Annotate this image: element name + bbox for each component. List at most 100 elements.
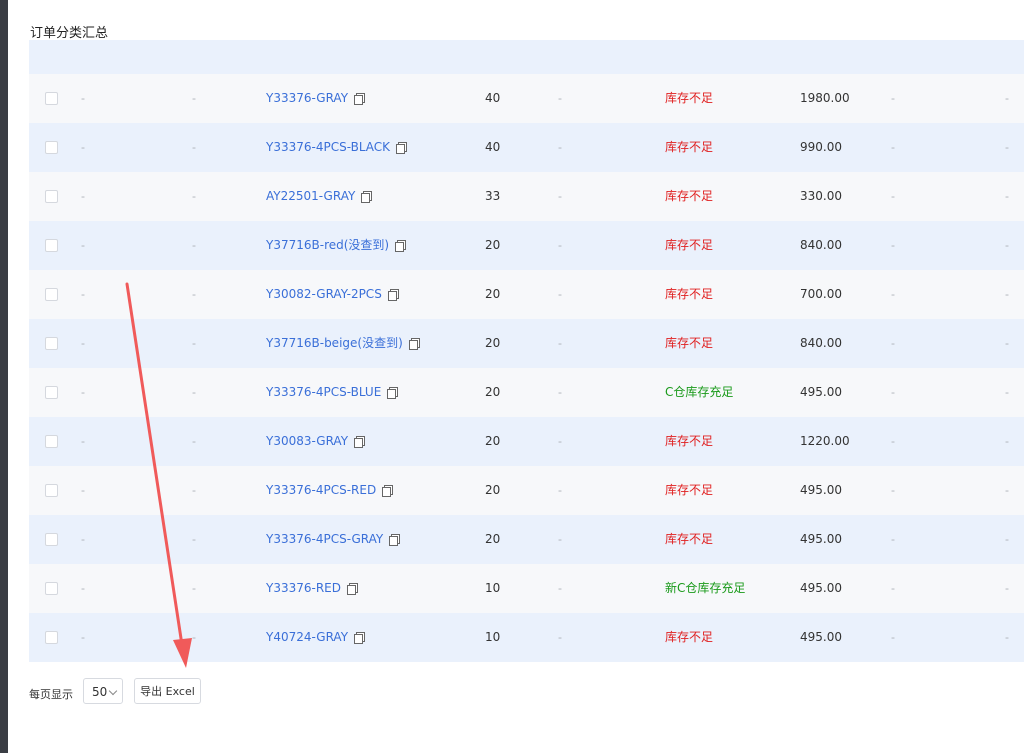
row-checkbox[interactable] bbox=[45, 337, 58, 350]
cell-dash-col9: - bbox=[1005, 581, 1009, 595]
cell-dash-col2: - bbox=[192, 385, 196, 399]
cell-dash-col2: - bbox=[192, 238, 196, 252]
copy-icon[interactable] bbox=[361, 191, 373, 203]
sku-link[interactable]: Y33376-GRAY bbox=[266, 91, 348, 105]
table-row: - - - - - Y30083-GRAY 20 库存不足 1220.00 bbox=[29, 417, 1024, 466]
amount-cell: 495.00 bbox=[800, 532, 842, 546]
stock-status-cell: 库存不足 bbox=[665, 238, 714, 252]
amount-cell: 495.00 bbox=[800, 581, 842, 595]
table-row: - - - - - Y33376-4PCS-RED 20 库存不足 495.00 bbox=[29, 466, 1024, 515]
sku-cell: Y33376-RED bbox=[266, 564, 358, 613]
copy-icon[interactable] bbox=[354, 436, 366, 448]
sku-cell: Y40724-GRAY bbox=[266, 613, 366, 662]
quantity-cell: 20 bbox=[485, 385, 501, 399]
copy-icon[interactable] bbox=[382, 485, 394, 497]
row-checkbox[interactable] bbox=[45, 386, 58, 399]
cell-dash-col9: - bbox=[1005, 287, 1009, 301]
copy-icon[interactable] bbox=[354, 632, 366, 644]
cell-dash-col1: - bbox=[81, 140, 85, 154]
copy-icon[interactable] bbox=[395, 240, 407, 252]
cell-dash-col5: - bbox=[558, 238, 562, 252]
chevron-down-icon bbox=[108, 686, 118, 696]
export-excel-button[interactable]: 导出 Excel bbox=[134, 678, 201, 704]
cell-dash-col8: - bbox=[891, 385, 895, 399]
cell-dash-col2: - bbox=[192, 140, 196, 154]
quantity-cell: 10 bbox=[485, 581, 501, 595]
sku-link[interactable]: Y37716B-red(没查到) bbox=[266, 238, 389, 252]
row-checkbox[interactable] bbox=[45, 631, 58, 644]
cell-dash-col5: - bbox=[558, 287, 562, 301]
cell-dash-col9: - bbox=[1005, 385, 1009, 399]
sku-link[interactable]: Y33376-RED bbox=[266, 581, 341, 595]
copy-icon[interactable] bbox=[354, 93, 366, 105]
sku-cell: Y37716B-red(没查到) bbox=[266, 221, 407, 270]
quantity-cell: 10 bbox=[485, 630, 501, 644]
quantity-cell: 20 bbox=[485, 238, 501, 252]
sku-link[interactable]: Y33376-4PCS-BLUE bbox=[266, 385, 381, 399]
cell-dash-col9: - bbox=[1005, 532, 1009, 546]
cell-dash-col8: - bbox=[891, 434, 895, 448]
quantity-cell: 40 bbox=[485, 140, 501, 154]
cell-dash-col8: - bbox=[891, 532, 895, 546]
sku-link[interactable]: Y33376-4PCS-BLACK bbox=[266, 140, 390, 154]
quantity-cell: 20 bbox=[485, 434, 501, 448]
amount-cell: 990.00 bbox=[800, 140, 842, 154]
page-size-select[interactable]: 50 bbox=[83, 678, 123, 704]
sku-link[interactable]: Y40724-GRAY bbox=[266, 630, 348, 644]
row-checkbox[interactable] bbox=[45, 435, 58, 448]
table-row: - - - - - Y33376-4PCS-BLUE 20 C仓库存充足 495.00 bbox=[29, 368, 1024, 417]
cell-dash-col1: - bbox=[81, 581, 85, 595]
sku-link[interactable]: Y33376-4PCS-GRAY bbox=[266, 532, 383, 546]
cell-dash-col8: - bbox=[891, 336, 895, 350]
row-checkbox[interactable] bbox=[45, 533, 58, 546]
copy-icon[interactable] bbox=[408, 338, 420, 350]
stock-status-cell: 库存不足 bbox=[665, 336, 714, 350]
row-checkbox[interactable] bbox=[45, 484, 58, 497]
copy-icon[interactable] bbox=[389, 534, 401, 546]
cell-dash-col8: - bbox=[891, 287, 895, 301]
sku-cell: Y33376-4PCS-GRAY bbox=[266, 515, 401, 564]
sku-link[interactable]: Y37716B-beige(没查到) bbox=[266, 336, 403, 350]
summary-table: -----Y30088-GRAY40库存不足792.00-----Y33376-… bbox=[29, 40, 1024, 667]
sku-link[interactable]: Y30083-GRAY bbox=[266, 434, 348, 448]
cell-dash-col2: - bbox=[192, 532, 196, 546]
cell-dash-col5: - bbox=[558, 140, 562, 154]
cell-dash-col1: - bbox=[81, 189, 85, 203]
row-checkbox[interactable] bbox=[45, 288, 58, 301]
table-row: - - - - - Y33376-4PCS-GRAY 20 库存不足 495.00 bbox=[29, 515, 1024, 564]
cell-dash-col1: - bbox=[81, 532, 85, 546]
stock-status-cell: 新C仓库存充足 bbox=[665, 581, 746, 595]
cell-dash-col2: - bbox=[192, 434, 196, 448]
sku-link[interactable]: Y33376-4PCS-RED bbox=[266, 483, 376, 497]
cell-dash-col8: - bbox=[891, 483, 895, 497]
table-header-row bbox=[29, 40, 1024, 62]
sku-link[interactable]: Y30082-GRAY-2PCS bbox=[266, 287, 382, 301]
copy-icon[interactable] bbox=[347, 583, 358, 595]
sku-cell: Y30082-GRAY-2PCS bbox=[266, 270, 399, 319]
copy-icon[interactable] bbox=[387, 289, 399, 301]
cell-dash-col2: - bbox=[192, 189, 196, 203]
amount-cell: 700.00 bbox=[800, 287, 842, 301]
table-row: - - - - - AY22501-GRAY 33 库存不足 330.00 bbox=[29, 172, 1024, 221]
row-checkbox[interactable] bbox=[45, 239, 58, 252]
per-page-label: 每页显示 bbox=[29, 688, 73, 701]
cell-dash-col8: - bbox=[891, 238, 895, 252]
cell-dash-col9: - bbox=[1005, 434, 1009, 448]
quantity-cell: 33 bbox=[485, 189, 501, 203]
cell-dash-col2: - bbox=[192, 287, 196, 301]
cell-dash-col5: - bbox=[558, 434, 562, 448]
row-checkbox[interactable] bbox=[45, 92, 58, 105]
stock-status-cell: 库存不足 bbox=[665, 189, 714, 203]
cell-dash-col5: - bbox=[558, 483, 562, 497]
stock-status-cell: 库存不足 bbox=[665, 483, 714, 497]
copy-icon[interactable] bbox=[396, 142, 408, 154]
row-checkbox[interactable] bbox=[45, 141, 58, 154]
cell-dash-col1: - bbox=[81, 630, 85, 644]
row-checkbox[interactable] bbox=[45, 582, 58, 595]
sku-cell: Y33376-4PCS-BLUE bbox=[266, 368, 399, 417]
cell-dash-col5: - bbox=[558, 581, 562, 595]
row-checkbox[interactable] bbox=[45, 190, 58, 203]
cell-dash-col2: - bbox=[192, 91, 196, 105]
sku-link[interactable]: AY22501-GRAY bbox=[266, 189, 355, 203]
copy-icon[interactable] bbox=[387, 387, 399, 399]
